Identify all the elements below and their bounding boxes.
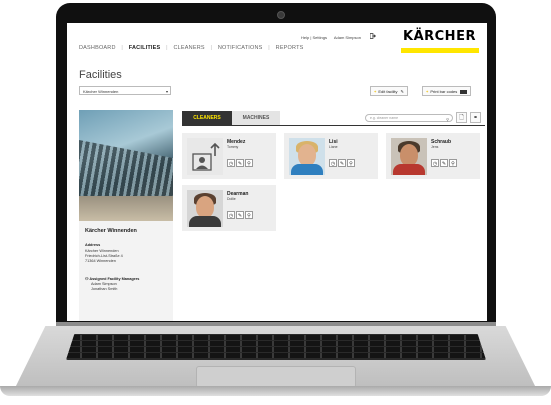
address-label: Address	[85, 243, 101, 247]
search-icon[interactable]: ⚲	[245, 211, 253, 219]
tab-cleaners[interactable]: CLEANERS	[182, 111, 232, 125]
add-cleaner-button[interactable]: 🗋	[456, 112, 467, 123]
user-name[interactable]: Adam Simpson	[334, 35, 361, 40]
cleaner-first-name: Jens	[431, 145, 439, 149]
cleaner-card[interactable]: Schraub Jens ◷ ✎ ⚲	[386, 133, 480, 179]
edit-icon[interactable]: ✎	[440, 159, 448, 167]
search-placeholder: e.g. cleaner name	[370, 116, 399, 120]
face-shape	[400, 144, 418, 166]
base-edge	[0, 386, 551, 396]
clock-icon[interactable]: ◷	[227, 159, 235, 167]
upload-photo-icon	[192, 142, 220, 171]
top-bar: Help | Settings Adam Simpson KÄRCHER DAS…	[67, 23, 487, 53]
clock-icon[interactable]: ◷	[329, 159, 337, 167]
nav-facilities[interactable]: FACILITIES	[129, 45, 161, 51]
managers-label-text: Assigned Facility Managers	[89, 277, 140, 281]
cleaner-card[interactable]: Lisi Liane ◷ ✎ ⚲	[284, 133, 378, 179]
facility-select[interactable]: Kärcher Winnenden ▾	[79, 86, 171, 95]
nav-separator: |	[210, 45, 213, 51]
barcode-icon	[460, 89, 468, 94]
plus-icon: +	[374, 89, 377, 94]
print-barcodes-label: Print bar codes	[430, 89, 458, 94]
edit-facility-label: Edit facility	[378, 89, 398, 94]
nav-notifications[interactable]: NOTIFICATIONS	[218, 45, 263, 51]
facility-photo	[79, 110, 173, 221]
address-line: Friedrich-List-Straße 4	[85, 254, 123, 258]
cleaner-first-name: Tommy	[227, 145, 239, 149]
document-icon: 🗋	[459, 115, 464, 121]
nav-separator: |	[268, 45, 270, 51]
cleaner-photo	[187, 190, 223, 227]
shirt-shape	[393, 164, 425, 175]
building-shape	[79, 140, 173, 200]
nav-cleaners[interactable]: CLEANERS	[174, 45, 205, 51]
shirt-shape	[189, 216, 221, 227]
cleaner-actions: ◷ ✎ ⚲	[227, 152, 254, 170]
key-row	[66, 353, 486, 358]
face-shape	[196, 196, 214, 218]
webcam	[277, 11, 285, 19]
facility-select-value: Kärcher Winnenden	[83, 89, 119, 94]
link-icon: ⚭	[472, 115, 479, 121]
laptop-base	[0, 320, 551, 405]
tab-underline	[182, 125, 485, 126]
search-icon[interactable]: ⚲	[347, 159, 355, 167]
cleaner-photo	[289, 138, 325, 175]
help-settings-link[interactable]: Help | Settings	[301, 35, 327, 40]
search-input[interactable]: e.g. cleaner name ⚲	[365, 114, 453, 122]
logout-icon[interactable]	[370, 33, 376, 39]
edit-facility-button[interactable]: + Edit facility ✎	[370, 86, 408, 96]
manager-name[interactable]: Adam Simpson	[91, 282, 117, 286]
nav-reports[interactable]: REPORTS	[276, 45, 304, 51]
address-line: 71364 Winnenden	[85, 259, 116, 263]
cleaner-card[interactable]: Dearman Dollie ◷ ✎ ⚲	[182, 185, 276, 231]
nav-separator: |	[121, 45, 124, 51]
clock-icon[interactable]: ◷	[431, 159, 439, 167]
ground-shape	[79, 196, 173, 221]
trackpad	[196, 366, 356, 388]
print-barcodes-button[interactable]: + Print bar codes	[422, 86, 472, 96]
address-line: Kärcher Winnenden	[85, 249, 119, 253]
brand-bar	[401, 48, 479, 53]
nav-separator: |	[166, 45, 168, 51]
link-button[interactable]: ⚭	[470, 112, 481, 123]
nav-dashboard[interactable]: DASHBOARD	[79, 45, 116, 51]
cleaner-card[interactable]: Mendez Tommy ◷ ✎ ⚲	[182, 133, 276, 179]
karcher-logo[interactable]: KÄRCHER	[403, 29, 476, 44]
cleaner-actions: ◷ ✎ ⚲	[431, 152, 458, 170]
pencil-icon: ✎	[400, 89, 404, 94]
chevron-down-icon: ▾	[165, 89, 168, 94]
edit-icon[interactable]: ✎	[236, 211, 244, 219]
facility-name: Kärcher Winnenden	[85, 228, 137, 234]
plus-icon: +	[426, 89, 429, 94]
main-nav: DASHBOARD | FACILITIES | CLEANERS | NOTI…	[79, 45, 308, 51]
utility-links: Help | Settings Adam Simpson	[301, 35, 367, 40]
screen: Help | Settings Adam Simpson KÄRCHER DAS…	[67, 23, 487, 321]
shirt-shape	[291, 164, 323, 175]
facility-panel: Kärcher Winnenden Address Kärcher Winnen…	[79, 110, 173, 321]
cleaner-photo	[391, 138, 427, 175]
photo-placeholder	[187, 138, 223, 175]
page-title: Facilities	[79, 69, 122, 81]
edit-icon[interactable]: ✎	[236, 159, 244, 167]
cleaner-first-name: Dollie	[227, 197, 236, 201]
key-row	[66, 335, 486, 340]
clock-icon[interactable]: ◷	[227, 211, 235, 219]
cleaner-first-name: Liane	[329, 145, 338, 149]
cleaner-actions: ◷ ✎ ⚲	[329, 152, 356, 170]
face-shape	[298, 144, 316, 166]
search-icon[interactable]: ⚲	[449, 159, 457, 167]
keyboard	[66, 334, 486, 360]
managers-label: ⚇ Assigned Facility Managers	[85, 276, 139, 281]
key-row	[66, 347, 486, 352]
tab-machines[interactable]: MACHINES	[232, 111, 280, 125]
manager-name[interactable]: Jonathan Smith	[91, 287, 117, 291]
search-icon: ⚲	[446, 117, 449, 122]
cleaner-actions: ◷ ✎ ⚲	[227, 204, 254, 222]
key-row	[66, 341, 486, 346]
search-icon[interactable]: ⚲	[245, 159, 253, 167]
edit-icon[interactable]: ✎	[338, 159, 346, 167]
